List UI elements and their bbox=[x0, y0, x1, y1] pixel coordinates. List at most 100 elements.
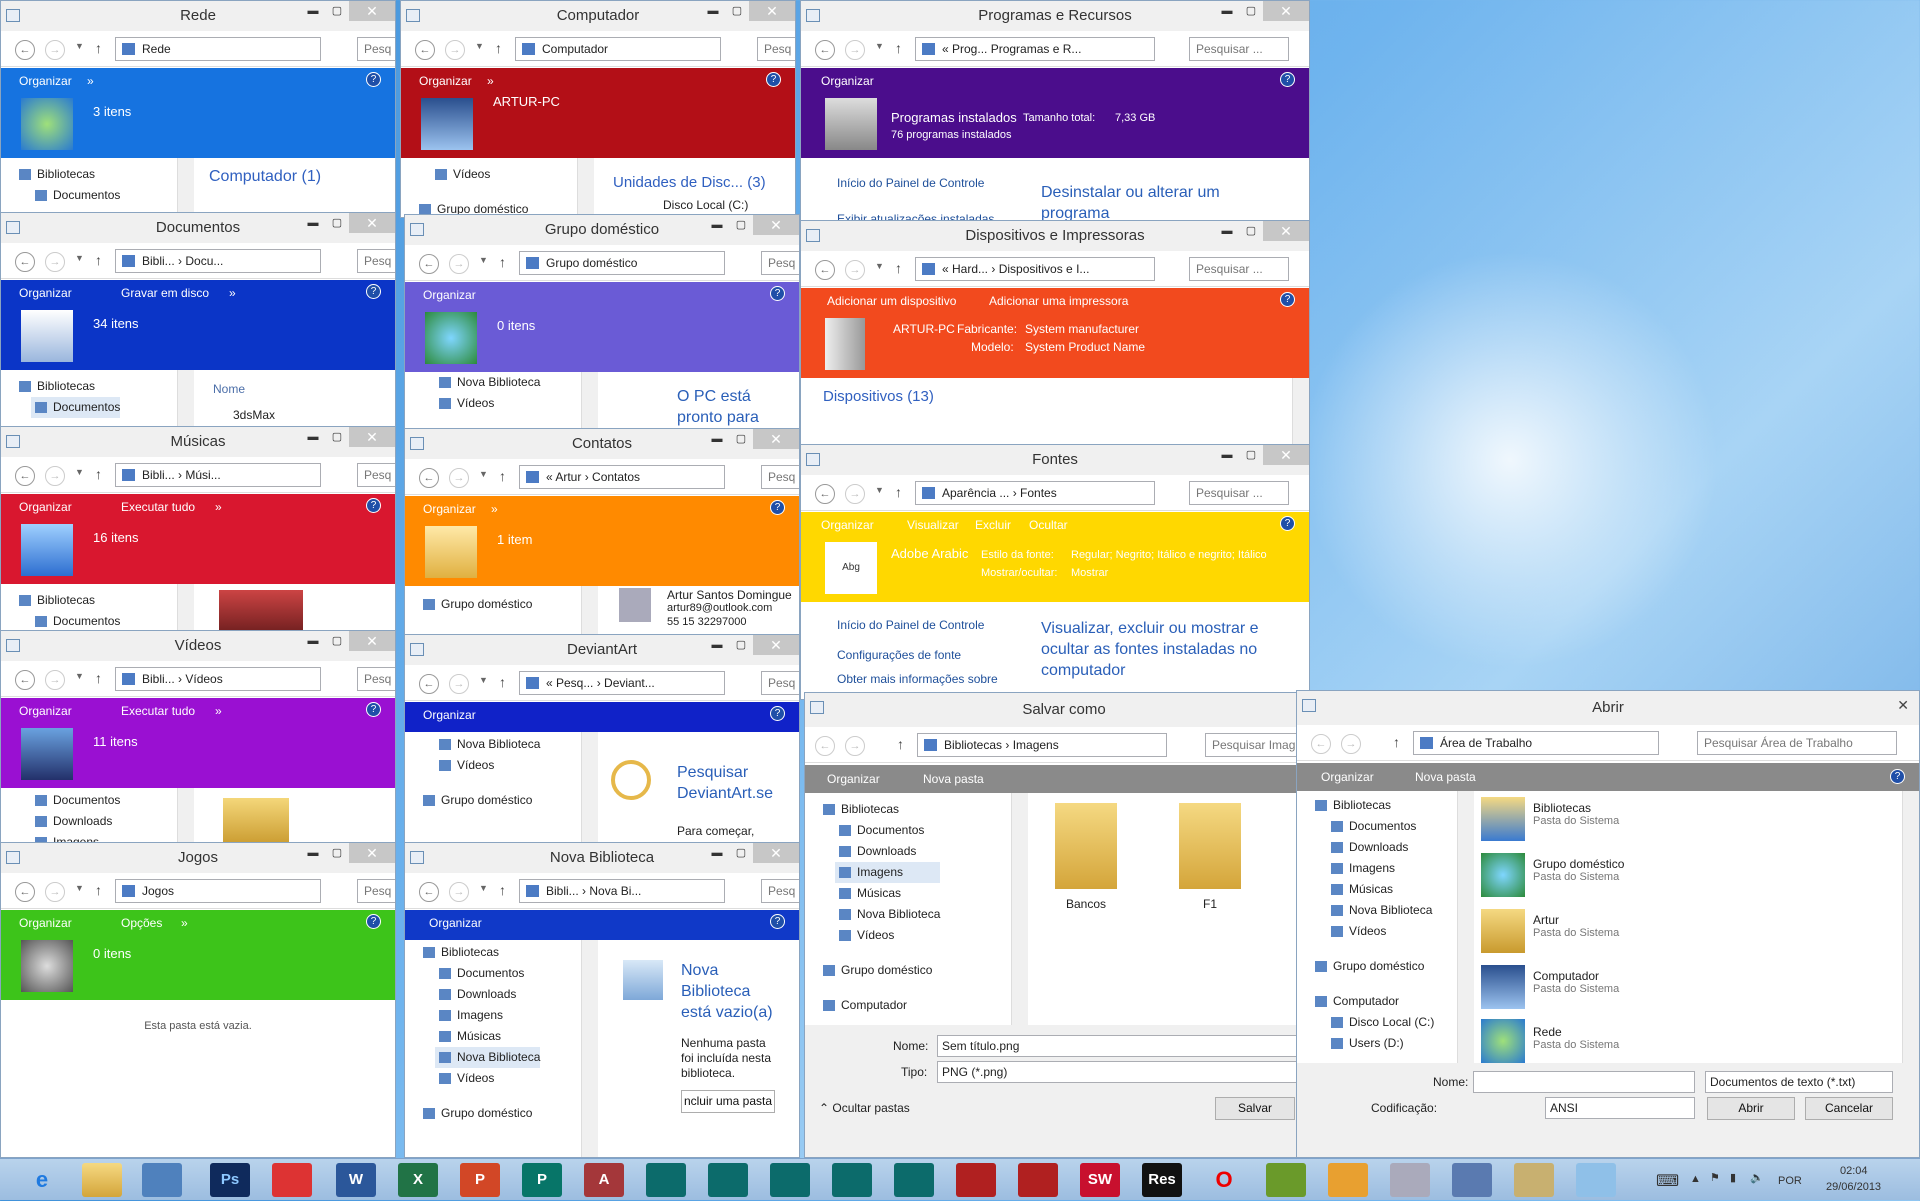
help-icon[interactable]: ? bbox=[366, 498, 381, 513]
nav-item[interactable]: Documentos bbox=[31, 397, 121, 418]
nav-item[interactable]: Bibliotecas bbox=[419, 942, 540, 963]
homegroup-icon[interactable] bbox=[1481, 853, 1525, 897]
back-icon[interactable]: ← bbox=[15, 252, 35, 272]
photoshop-icon[interactable]: Ps bbox=[210, 1163, 250, 1197]
more-commands-button[interactable]: » bbox=[181, 916, 188, 930]
title-bar[interactable]: Contatos ▬ ▢ ✕ bbox=[405, 429, 799, 459]
address-field[interactable]: Aparência ... › Fontes bbox=[915, 481, 1155, 505]
window-fontes[interactable]: Fontes ▬ ▢ ✕ ← → ▼ ↑ Aparência ... › Fontes Pesq… bbox=[800, 444, 1310, 700]
word-icon[interactable]: W bbox=[336, 1163, 376, 1197]
breadcrumb-a[interactable]: Bibli... bbox=[546, 884, 579, 898]
scrollbar[interactable] bbox=[177, 584, 194, 635]
window-contatos[interactable]: Contatos ▬ ▢ ✕ ← → ▼ ↑ « Artur › Contatos Pesq O… bbox=[404, 428, 800, 638]
contact-name[interactable]: Artur Santos Domingue bbox=[667, 588, 792, 602]
back-icon[interactable]: ← bbox=[815, 736, 835, 756]
nav-item[interactable]: Nova Biblioteca bbox=[835, 904, 940, 925]
organize-button[interactable]: Organizar bbox=[423, 502, 476, 516]
more-commands-button[interactable]: » bbox=[215, 500, 222, 514]
font-settings-link[interactable]: Configurações de fonte bbox=[837, 648, 961, 662]
organize-button[interactable]: Organizar bbox=[19, 74, 72, 88]
more-commands-button[interactable]: » bbox=[487, 74, 494, 88]
nav-item[interactable]: Computador bbox=[1311, 991, 1434, 1012]
organize-button[interactable]: Organizar bbox=[429, 916, 482, 930]
nav-item[interactable]: Grupo doméstico bbox=[419, 790, 540, 811]
chevron-down-icon[interactable]: ▼ bbox=[75, 671, 84, 681]
title-bar[interactable]: Computador ▬ ▢ ✕ bbox=[401, 1, 795, 31]
pen-tool-icon[interactable] bbox=[1390, 1163, 1430, 1197]
column-header[interactable]: Nome bbox=[213, 382, 245, 396]
back-icon[interactable]: ← bbox=[15, 466, 35, 486]
back-icon[interactable]: ← bbox=[419, 674, 439, 694]
app-k-icon[interactable] bbox=[1328, 1163, 1368, 1197]
search-input[interactable]: Pesquisar ... bbox=[1189, 257, 1289, 281]
organize-button[interactable]: Organizar bbox=[827, 772, 880, 786]
minimize-button[interactable]: ▬ bbox=[301, 843, 325, 863]
nav-item[interactable]: Documentos bbox=[31, 185, 120, 206]
computer-icon[interactable] bbox=[1481, 965, 1525, 1009]
scrollbar[interactable] bbox=[577, 158, 594, 217]
close-button[interactable]: ✕ bbox=[1263, 445, 1309, 465]
window-dispositivos[interactable]: Dispositivos e Impressoras ▬ ▢ ✕ ← → ▼ ↑ « Hard… bbox=[800, 220, 1310, 450]
minimize-button[interactable]: ▬ bbox=[1215, 1, 1239, 21]
disk-label[interactable]: Disco Local (C:) bbox=[663, 198, 748, 212]
nav-item[interactable]: Vídeos bbox=[431, 164, 528, 185]
back-icon[interactable]: ← bbox=[815, 260, 835, 280]
powerpoint-icon[interactable]: P bbox=[460, 1163, 500, 1197]
nav-item[interactable]: Imagens bbox=[435, 1005, 540, 1026]
help-icon[interactable]: ? bbox=[1280, 72, 1295, 87]
mudbox-icon[interactable] bbox=[832, 1163, 872, 1197]
title-bar[interactable]: Salvar como bbox=[805, 693, 1323, 727]
chevron-down-icon[interactable]: ▼ bbox=[479, 883, 488, 893]
paint-icon[interactable] bbox=[1514, 1163, 1554, 1197]
search-input[interactable]: Pesquisar ... bbox=[1189, 481, 1289, 505]
maximize-button[interactable]: ▢ bbox=[1239, 221, 1263, 241]
delete-font-button[interactable]: Excluir bbox=[975, 518, 1011, 532]
minimize-button[interactable]: ▬ bbox=[301, 427, 325, 447]
address-field[interactable]: Área de Trabalho bbox=[1413, 731, 1659, 755]
breadcrumb-b[interactable]: Músi... bbox=[185, 468, 220, 482]
scrollbar[interactable] bbox=[1011, 793, 1028, 1025]
nav-item[interactable]: Vídeos bbox=[435, 1068, 540, 1089]
clock-time[interactable]: 02:04 bbox=[1840, 1165, 1868, 1177]
close-button[interactable]: ✕ bbox=[753, 215, 799, 235]
nav-item[interactable]: Documentos bbox=[31, 790, 120, 811]
search-input[interactable]: Pesq bbox=[761, 251, 799, 275]
chevron-down-icon[interactable]: ▼ bbox=[479, 675, 488, 685]
search-input[interactable]: Pesq bbox=[357, 249, 395, 273]
maximize-button[interactable]: ▢ bbox=[729, 843, 753, 863]
help-icon[interactable]: ? bbox=[1280, 516, 1295, 531]
chevron-down-icon[interactable]: ▼ bbox=[75, 41, 84, 51]
breadcrumb-a[interactable]: Bibli... bbox=[142, 672, 175, 686]
window-computador[interactable]: Computador ▬ ▢ ✕ ← → ▼ ↑ Computador Pesq Organiz… bbox=[400, 0, 796, 218]
nav-item[interactable]: Imagens bbox=[1327, 858, 1434, 879]
nav-item[interactable]: Grupo doméstico bbox=[819, 960, 940, 981]
more-commands-button[interactable]: » bbox=[229, 286, 236, 300]
back-icon[interactable]: ← bbox=[815, 484, 835, 504]
up-arrow-icon[interactable]: ↑ bbox=[95, 466, 102, 482]
nav-item[interactable]: Bibliotecas bbox=[15, 376, 120, 397]
nav-item[interactable]: Músicas bbox=[1327, 879, 1434, 900]
forward-icon[interactable]: → bbox=[845, 484, 865, 504]
encoding-select[interactable]: ANSI bbox=[1545, 1097, 1695, 1119]
organize-button[interactable]: Organizar bbox=[1321, 770, 1374, 784]
flag-icon[interactable]: ⚑ bbox=[1710, 1171, 1720, 1184]
nav-item[interactable]: Documentos bbox=[31, 611, 120, 632]
album-thumbnail[interactable] bbox=[219, 590, 303, 630]
filename-input[interactable]: Sem título.png bbox=[937, 1035, 1317, 1057]
breadcrumb-b[interactable]: Vídeos bbox=[185, 672, 222, 686]
forward-icon[interactable]: → bbox=[845, 736, 865, 756]
title-bar[interactable]: Músicas ▬ ▢ ✕ bbox=[1, 427, 395, 457]
title-bar[interactable]: Rede ▬ ▢ ✕ bbox=[1, 1, 395, 31]
burn-button[interactable]: Gravar em disco bbox=[121, 286, 209, 300]
minimize-button[interactable]: ▬ bbox=[705, 215, 729, 235]
maya-icon[interactable] bbox=[646, 1163, 686, 1197]
address-field[interactable]: « Hard... › Dispositivos e I... bbox=[915, 257, 1155, 281]
help-icon[interactable]: ? bbox=[770, 500, 785, 515]
title-bar[interactable]: Programas e Recursos ▬ ▢ ✕ bbox=[801, 1, 1309, 31]
help-icon[interactable]: ? bbox=[366, 284, 381, 299]
nav-item[interactable]: Documentos bbox=[1327, 816, 1434, 837]
organize-button[interactable]: Organizar bbox=[423, 288, 476, 302]
item-name[interactable]: Rede bbox=[1533, 1025, 1562, 1039]
maximize-button[interactable]: ▢ bbox=[729, 429, 753, 449]
nav-item[interactable]: Nova Biblioteca bbox=[435, 1047, 541, 1068]
